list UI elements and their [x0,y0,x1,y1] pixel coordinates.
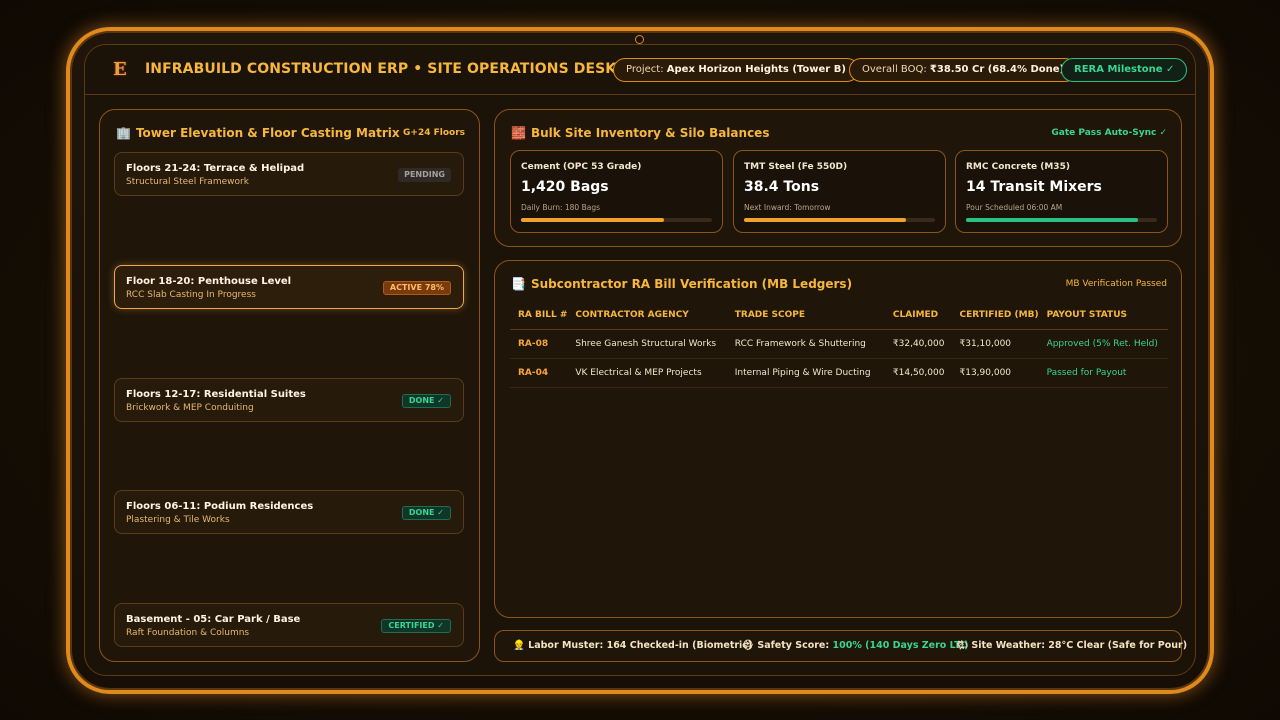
floor-card[interactable]: Floors 06-11: Podium Residences Plasteri… [114,490,464,534]
ra-bill-title: 📑 Subcontractor RA Bill Verification (MB … [511,277,852,291]
weather-icon: 🌤 [956,640,969,651]
column-header[interactable]: PAYOUT STATUS [1038,301,1168,330]
elevation-title-text: Tower Elevation & Floor Casting Matrix [135,126,400,140]
stock-note: Daily Burn: 180 Bags [521,203,600,212]
floor-name: Floor 18-20: Penthouse Level [126,276,292,287]
table-header-row: RA BILL # CONTRACTOR AGENCY TRADE SCOPE … [510,301,1168,330]
building-icon: 🏢 [116,126,131,140]
column-header[interactable]: CLAIMED [884,301,952,330]
stock-note: Pour Scheduled 06:00 AM [966,203,1063,212]
stock-card-cement[interactable]: Cement (OPC 53 Grade) 1,420 Bags Daily B… [510,150,723,233]
stock-level-fill [966,218,1138,222]
stock-level-bar [966,218,1157,222]
stock-level-fill [744,218,907,222]
stock-value: 38.4 Tons [744,179,820,195]
project-value: Apex Horizon Heights (Tower B) [666,64,846,75]
certified-amount: ₹13,90,000 [951,358,1039,388]
floor-name: Floors 06-11: Podium Residences [126,501,314,512]
inventory-panel: 🧱 Bulk Site Inventory & Silo Balances Gat… [494,109,1182,247]
site-weather-text: Site Weather: 28°C Clear (Safe for Pour) [971,640,1188,651]
stock-level-fill [521,218,665,222]
boq-label: Overall BOQ: [862,64,927,75]
stock-note: Next Inward: Tomorrow [744,203,831,212]
document-icon: 📑 [511,277,526,291]
ra-bill-table: RA BILL # CONTRACTOR AGENCY TRADE SCOPE … [510,301,1168,388]
safety-score-label: Safety Score: [757,640,830,651]
floor-card[interactable]: Basement - 05: Car Park / Base Raft Foun… [114,603,464,647]
stock-level-bar [744,218,935,222]
status-badge: PENDING [398,168,451,182]
site-weather: 🌤 Site Weather: 28°C Clear (Safe for Pou… [956,640,1187,651]
column-header[interactable]: TRADE SCOPE [726,301,885,330]
tower-elevation-panel: 🏢 Tower Elevation & Floor Casting Matrix … [99,109,480,662]
stock-value: 1,420 Bags [521,179,609,195]
floor-card[interactable]: Floors 21-24: Terrace & Helipad Structur… [114,152,464,196]
app-screen: Ε INFRABUILD CONSTRUCTION ERP • SITE OPE… [84,44,1196,676]
floor-card[interactable]: Floor 18-20: Penthouse Level RCC Slab Ca… [114,265,464,309]
gate-pass-sync: Gate Pass Auto-Sync ✓ [1051,128,1167,138]
project-pill[interactable]: Project: Apex Horizon Heights (Tower B) [613,58,859,82]
contractor-agency: VK Electrical & MEP Projects [567,358,727,388]
stock-value: 14 Transit Mixers [966,179,1102,195]
stock-card-steel[interactable]: TMT Steel (Fe 550D) 38.4 Tons Next Inwar… [733,150,946,233]
column-header[interactable]: CONTRACTOR AGENCY [567,301,727,330]
safety-score: ⛑ Safety Score: 100% (140 Days Zero LTI) [742,640,968,651]
helmet-icon: ⛑ [742,640,755,651]
ra-bill-title-text: Subcontractor RA Bill Verification (MB L… [530,277,853,291]
floor-count: G+24 Floors [403,128,465,138]
boq-value: ₹38.50 Cr (68.4% Done) [929,64,1065,75]
certified-amount: ₹31,10,000 [951,329,1039,359]
floor-name: Basement - 05: Car Park / Base [126,614,301,625]
mb-verification-status: MB Verification Passed [1065,279,1167,289]
stock-card-concrete[interactable]: RMC Concrete (M35) 14 Transit Mixers Pou… [955,150,1168,233]
inventory-title: 🧱 Bulk Site Inventory & Silo Balances [511,126,769,140]
worker-icon: 👷 [513,640,525,651]
safety-score-value: 100% (140 Days Zero LTI) [832,640,969,651]
status-badge: DONE ✓ [401,506,451,520]
app-header: Ε INFRABUILD CONSTRUCTION ERP • SITE OPE… [85,45,1195,95]
floor-card[interactable]: Floors 12-17: Residential Suites Brickwo… [114,378,464,422]
floor-activity: RCC Slab Casting In Progress [126,290,256,300]
table-row[interactable]: RA-04 VK Electrical & MEP Projects Inter… [510,358,1168,388]
floor-activity: Brickwork & MEP Conduiting [126,403,254,413]
table-row[interactable]: RA-08 Shree Ganesh Structural Works RCC … [510,329,1168,359]
brick-icon: 🧱 [511,126,526,140]
elevation-title: 🏢 Tower Elevation & Floor Casting Matrix [116,126,400,140]
trade-scope: RCC Framework & Shuttering [726,329,885,359]
claimed-amount: ₹32,40,000 [884,329,952,359]
stock-label: RMC Concrete (M35) [966,162,1070,172]
payout-status: Passed for Payout [1038,358,1168,388]
boq-pill[interactable]: Overall BOQ: ₹38.50 Cr (68.4% Done) [849,58,1078,82]
project-label: Project: [626,64,664,75]
floor-name: Floors 21-24: Terrace & Helipad [126,163,305,174]
payout-status: Approved (5% Ret. Held) [1038,329,1168,359]
floor-activity: Structural Steel Framework [126,177,249,187]
claimed-amount: ₹14,50,000 [884,358,952,388]
stock-label: Cement (OPC 53 Grade) [521,162,642,172]
camera-dot [635,35,644,44]
floor-activity: Raft Foundation & Columns [126,628,250,638]
labor-muster-text: Labor Muster: 164 Checked-in (Biometric) [528,640,753,651]
floor-activity: Plastering & Tile Works [126,515,230,525]
status-badge: CERTIFIED ✓ [381,619,451,633]
logo-icon: Ε [113,59,127,80]
labor-muster: 👷 Labor Muster: 164 Checked-in (Biometri… [513,640,752,651]
column-header[interactable]: RA BILL # [510,301,568,330]
status-badge: DONE ✓ [401,394,451,408]
inventory-title-text: Bulk Site Inventory & Silo Balances [530,126,770,140]
stock-level-bar [521,218,712,222]
app-title: INFRABUILD CONSTRUCTION ERP • SITE OPERA… [145,61,617,77]
bill-number[interactable]: RA-04 [510,358,568,388]
floor-name: Floors 12-17: Residential Suites [126,389,306,400]
rera-milestone-pill[interactable]: RERA Milestone ✓ [1061,58,1188,82]
stock-label: TMT Steel (Fe 550D) [744,162,848,172]
site-status-bar: 👷 Labor Muster: 164 Checked-in (Biometri… [494,630,1187,662]
contractor-agency: Shree Ganesh Structural Works [567,329,727,359]
bill-number[interactable]: RA-08 [510,329,568,359]
trade-scope: Internal Piping & Wire Ducting [726,358,885,388]
ra-bill-panel: 📑 Subcontractor RA Bill Verification (MB … [494,260,1182,618]
status-badge: ACTIVE 78% [382,281,451,295]
column-header[interactable]: CERTIFIED (MB) [951,301,1039,330]
